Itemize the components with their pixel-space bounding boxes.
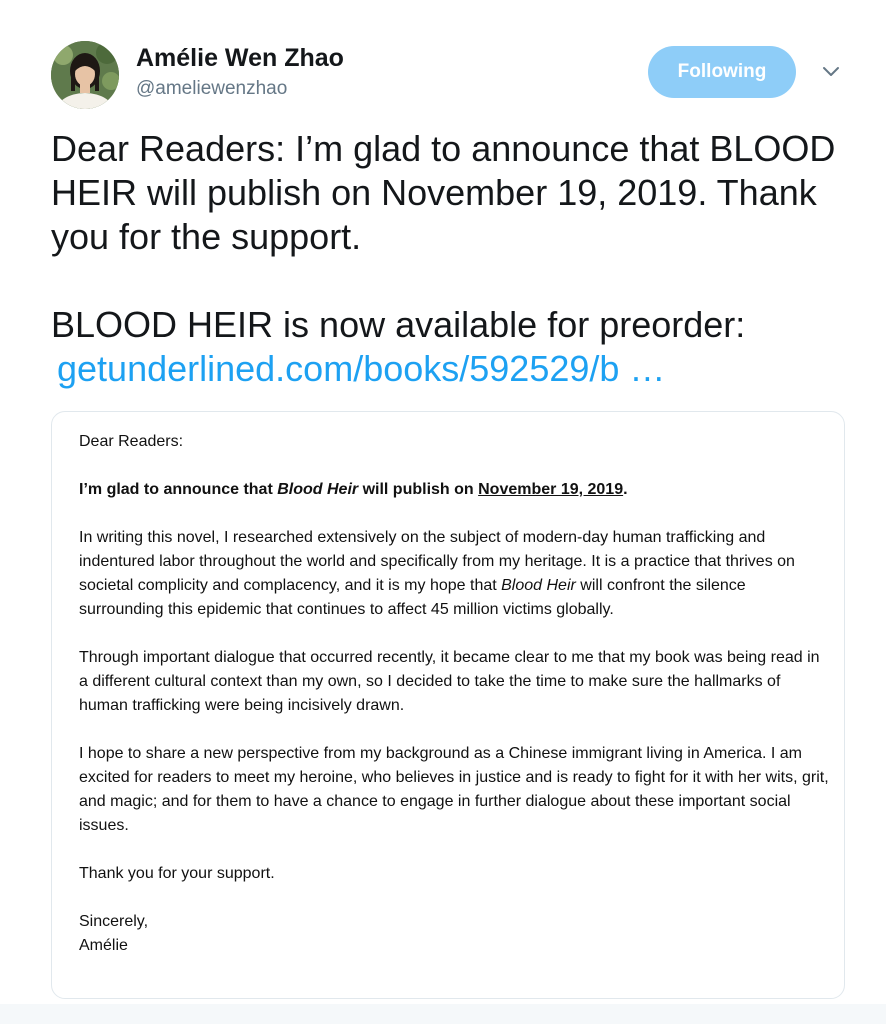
letter-image[interactable]: Dear Readers: I’m glad to announce that … (51, 411, 845, 999)
tweet-announcement: Dear Readers: I’m glad to announce that … (51, 128, 836, 257)
author-avatar[interactable] (51, 41, 119, 109)
author-handle[interactable]: @ameliewenzhao (136, 78, 287, 100)
avatar-photo (51, 41, 119, 109)
tweet-header: Amélie Wen Zhao @ameliewenzhao Following (0, 0, 886, 115)
following-button[interactable]: Following (648, 46, 796, 98)
author-name[interactable]: Amélie Wen Zhao (136, 44, 344, 73)
letter-paragraph-3: I hope to share a new perspective from m… (79, 745, 829, 834)
book-title: Blood Heir (501, 577, 576, 594)
tweet-text: Dear Readers: I’m glad to announce that … (51, 127, 851, 391)
publish-date: November 19, 2019 (478, 481, 624, 498)
book-title: Blood Heir (277, 481, 359, 498)
tweet-preorder-text: BLOOD HEIR is now available for preorder… (51, 304, 746, 345)
page-footer-strip (0, 1004, 886, 1024)
letter-body: Dear Readers: I’m glad to announce that … (79, 430, 829, 958)
letter-closing: Sincerely, (79, 913, 149, 930)
letter-salutation: Dear Readers: (79, 433, 184, 450)
letter-paragraph-2: Through important dialogue that occurred… (79, 649, 820, 714)
letter-paragraph-1: In writing this novel, I researched exte… (79, 529, 795, 618)
chevron-down-icon[interactable] (819, 60, 843, 84)
tweet-preorder: BLOOD HEIR is now available for preorder… (51, 303, 851, 391)
letter-signature: Amélie (79, 937, 128, 954)
letter-thanks: Thank you for your support. (79, 865, 275, 882)
letter-announcement: I’m glad to announce that Blood Heir wil… (79, 481, 628, 498)
preorder-link[interactable]: getunderlined.com/books/592529/b … (57, 348, 665, 389)
